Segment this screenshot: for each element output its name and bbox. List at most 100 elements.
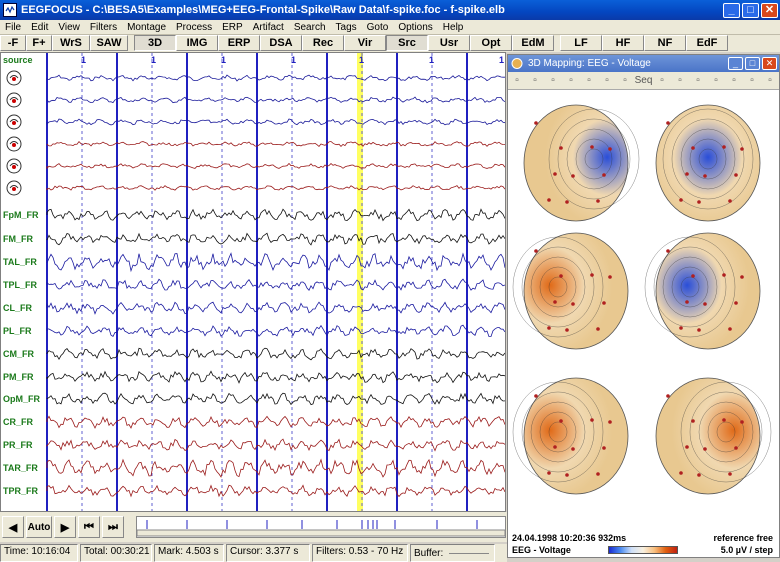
export-icon[interactable]: ▫ <box>708 74 724 88</box>
color-scale-bar <box>608 546 678 554</box>
toolbar-f-button[interactable]: -F <box>0 35 26 51</box>
head-map-view[interactable] <box>655 104 761 222</box>
head-icon[interactable] <box>5 69 23 87</box>
channel-label-tar_fr[interactable]: TAR_FR <box>3 463 38 473</box>
minimize-button[interactable]: _ <box>723 2 740 18</box>
eeg-trace <box>46 185 505 191</box>
rotate-right-icon[interactable]: ▫ <box>599 74 615 88</box>
toolbar-lf-button[interactable]: LF <box>560 35 602 51</box>
time-scrollbar[interactable] <box>136 516 506 538</box>
toolbar-vir-button[interactable]: Vir <box>344 35 386 51</box>
eeg-trace <box>46 438 505 452</box>
tick-mark: 1 <box>291 55 296 65</box>
menu-process[interactable]: Process <box>171 22 217 33</box>
toolbar-edf-button[interactable]: EdF <box>686 35 728 51</box>
next-page-button[interactable]: ▶ <box>54 516 76 538</box>
channel-label-cr_fr[interactable]: CR_FR <box>3 417 33 427</box>
menu-search[interactable]: Search <box>289 22 331 33</box>
channel-label-pl_fr[interactable]: PL_FR <box>3 326 32 336</box>
menu-montage[interactable]: Montage <box>122 22 171 33</box>
head-map-view[interactable] <box>512 232 629 350</box>
channel-label-fpm_fr[interactable]: FpM_FR <box>3 210 39 220</box>
head-icon[interactable] <box>5 157 23 175</box>
maximize-button[interactable]: □ <box>742 2 759 18</box>
eeg-trace <box>46 208 505 222</box>
toolbar-saw-button[interactable]: SAW <box>90 35 128 51</box>
toolbar-usr-button[interactable]: Usr <box>428 35 470 51</box>
head-icon[interactable] <box>5 179 23 197</box>
panel-minimize-button[interactable]: _ <box>728 57 743 70</box>
toolbar-img-button[interactable]: IMG <box>176 35 218 51</box>
color-icon[interactable]: ▫ <box>744 74 760 88</box>
toolbar-hf-button[interactable]: HF <box>602 35 644 51</box>
pan-icon[interactable]: ▫ <box>545 74 561 88</box>
channel-label-tal_fr[interactable]: TAL_FR <box>3 257 37 267</box>
toolbar-3d-button[interactable]: 3D <box>134 35 176 51</box>
toolbar-erp-button[interactable]: ERP <box>218 35 260 51</box>
head-icon[interactable] <box>5 135 23 153</box>
tick-mark: 1 <box>429 55 434 65</box>
split-icon[interactable]: ▫ <box>726 74 742 88</box>
channel-label-pr_fr[interactable]: PR_FR <box>3 440 33 450</box>
move-icon[interactable]: ▫ <box>509 74 525 88</box>
channel-label-opm_fr[interactable]: OpM_FR <box>3 394 40 404</box>
menu-artifact[interactable]: Artifact <box>248 22 289 33</box>
channel-label-tpr_fr[interactable]: TPR_FR <box>3 486 38 496</box>
skip-back-button[interactable]: ⏮ <box>78 516 100 538</box>
toolbar-rec-button[interactable]: Rec <box>302 35 344 51</box>
grid-icon[interactable]: ▫ <box>654 74 670 88</box>
prev-icon: ◀ <box>8 521 18 534</box>
buffer-label: Buffer: <box>414 547 444 559</box>
eeg-trace <box>46 96 505 104</box>
seq-icon[interactable]: Seq <box>635 74 653 88</box>
rotate-icon[interactable]: ▫ <box>581 74 597 88</box>
menu-tags[interactable]: Tags <box>331 22 362 33</box>
panel-maximize-button[interactable]: □ <box>745 57 760 70</box>
eeg-trace <box>46 252 505 273</box>
menu-goto[interactable]: Goto <box>362 22 394 33</box>
eeg-traces[interactable]: 1 1 1 1 1 1 1 <box>1 53 505 511</box>
eeg-trace-view[interactable]: 1 1 1 1 1 1 1 source FpM_FR FM_FR TAL_FR TPL_FR CL_… <box>0 52 506 512</box>
menu-options[interactable]: Options <box>393 22 437 33</box>
close-button[interactable]: ✕ <box>761 2 778 18</box>
toolbar-opt-button[interactable]: Opt <box>470 35 512 51</box>
head-icon[interactable] <box>5 113 23 131</box>
toolbar-edm-button[interactable]: EdM <box>512 35 554 51</box>
rotate-left-icon[interactable]: ▫ <box>563 74 579 88</box>
panel-close-button[interactable]: ✕ <box>762 57 777 70</box>
head-maps[interactable] <box>508 91 779 531</box>
window-title: EEGFOCUS - C:\BESA5\Examples\MEG+EEG-Fro… <box>21 4 505 16</box>
prev-page-button[interactable]: ◀ <box>2 516 24 538</box>
toolbar-f-button[interactable]: F+ <box>26 35 52 51</box>
head-map-view[interactable] <box>655 377 772 495</box>
rotate-down-icon[interactable]: ▫ <box>617 74 633 88</box>
menu-file[interactable]: File <box>0 22 26 33</box>
menu-erp[interactable]: ERP <box>217 22 248 33</box>
camera-icon[interactable]: ▫ <box>672 74 688 88</box>
head-map-view[interactable] <box>512 377 629 495</box>
menu-filters[interactable]: Filters <box>85 22 122 33</box>
channel-label-fm_fr[interactable]: FM_FR <box>3 234 33 244</box>
menu-edit[interactable]: Edit <box>26 22 53 33</box>
scrollbar-thumb[interactable] <box>136 529 506 537</box>
toolbar-dsa-button[interactable]: DSA <box>260 35 302 51</box>
zoom-icon[interactable]: ▫ <box>527 74 543 88</box>
channel-label-pm_fr[interactable]: PM_FR <box>3 372 34 382</box>
head-map-view[interactable] <box>523 104 640 222</box>
settings-icon[interactable]: ▫ <box>762 74 778 88</box>
toolbar-nf-button[interactable]: NF <box>644 35 686 51</box>
head-map-icon <box>511 58 523 69</box>
menu-help[interactable]: Help <box>438 22 469 33</box>
head-map-view[interactable] <box>644 232 761 350</box>
arrows-icon[interactable]: ▫ <box>690 74 706 88</box>
event-markers <box>136 520 506 537</box>
channel-label-tpl_fr[interactable]: TPL_FR <box>3 280 37 290</box>
channel-label-cm_fr[interactable]: CM_FR <box>3 349 34 359</box>
menu-view[interactable]: View <box>53 22 85 33</box>
skip-forward-button[interactable]: ⏭ <box>102 516 124 538</box>
channel-label-cl_fr[interactable]: CL_FR <box>3 303 32 313</box>
toolbar-wrs-button[interactable]: WrS <box>52 35 90 51</box>
head-icon[interactable] <box>5 91 23 109</box>
toolbar-src-button[interactable]: Src <box>386 35 428 51</box>
auto-button[interactable]: Auto <box>26 516 52 538</box>
